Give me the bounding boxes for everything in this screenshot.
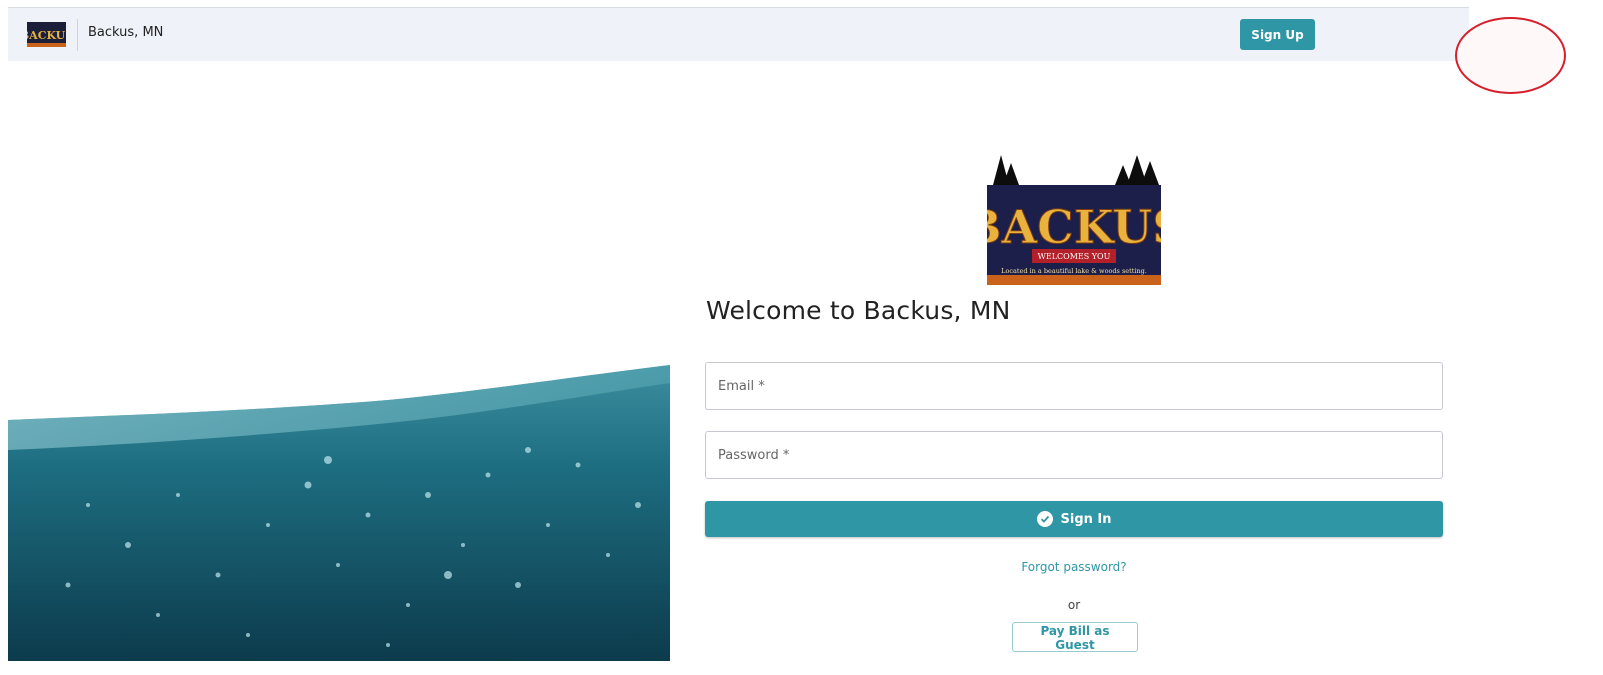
password-field[interactable] xyxy=(705,431,1443,479)
page-title: Welcome to Backus, MN xyxy=(706,296,1011,325)
password-input[interactable] xyxy=(706,432,1442,478)
annotation-circle xyxy=(1455,17,1566,94)
pay-bill-as-guest-button[interactable]: Pay Bill as Guest xyxy=(1012,622,1138,652)
email-input[interactable] xyxy=(706,363,1442,409)
sign-in-button[interactable]: Sign In xyxy=(705,501,1443,537)
sign-up-button[interactable]: Sign Up xyxy=(1240,19,1315,50)
logo-title: BACKUS xyxy=(987,200,1161,254)
backus-welcome-logo: BACKUS WELCOMES YOU Located in a beautif… xyxy=(987,155,1161,285)
logo-tagline: Located in a beautiful lake & woods sett… xyxy=(1001,267,1147,275)
backus-logo-icon[interactable]: BACKUS xyxy=(27,22,66,47)
forgot-password-link[interactable]: Forgot password? xyxy=(705,560,1443,574)
small-logo-text: BACKUS xyxy=(27,29,66,42)
or-separator: or xyxy=(1067,598,1081,612)
header-divider xyxy=(77,19,78,51)
water-image xyxy=(8,365,670,661)
top-navbar: BACKUS Backus, MN Sign Up xyxy=(8,7,1469,61)
check-circle-icon xyxy=(1036,511,1053,527)
sign-in-label: Sign In xyxy=(1060,511,1112,527)
email-field[interactable] xyxy=(705,362,1443,410)
logo-banner: WELCOMES YOU xyxy=(1038,252,1111,261)
site-name[interactable]: Backus, MN xyxy=(88,25,163,40)
